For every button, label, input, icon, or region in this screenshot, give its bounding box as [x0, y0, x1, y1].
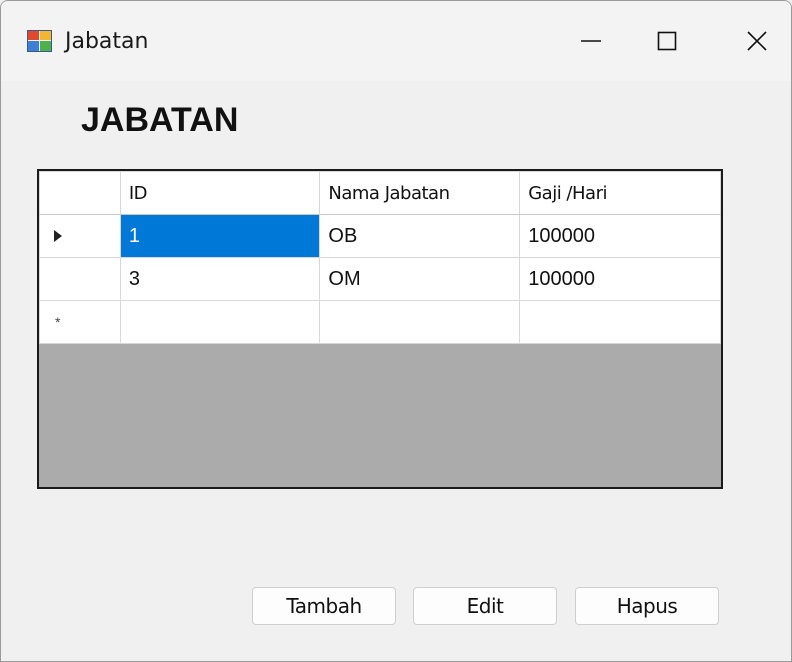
column-header-id[interactable]: ID — [119, 171, 321, 215]
current-row-arrow-icon — [54, 230, 62, 242]
title-bar[interactable]: Jabatan — [1, 1, 791, 81]
grid-table: ID Nama Jabatan Gaji /Hari 1 OB 100000 3… — [39, 171, 721, 344]
row-header[interactable]: * — [39, 300, 121, 344]
edit-button[interactable]: Edit — [413, 587, 557, 625]
maximize-icon — [657, 31, 677, 51]
cell-gaji-hari[interactable]: 100000 — [519, 214, 721, 258]
cell-nama-jabatan[interactable]: OB — [319, 214, 521, 258]
maximize-button[interactable] — [637, 19, 697, 63]
cell-nama-jabatan[interactable] — [319, 300, 521, 344]
row-header[interactable] — [39, 214, 121, 258]
hapus-button[interactable]: Hapus — [575, 587, 719, 625]
column-header-gaji-hari[interactable]: Gaji /Hari — [519, 171, 721, 215]
minimize-icon — [581, 40, 601, 42]
window-title: Jabatan — [65, 29, 149, 54]
table-row[interactable]: 1 OB 100000 — [39, 214, 721, 258]
column-header-nama-jabatan[interactable]: Nama Jabatan — [319, 171, 521, 215]
table-row[interactable]: 3 OM 100000 — [39, 257, 721, 301]
jabatan-data-grid[interactable]: ID Nama Jabatan Gaji /Hari 1 OB 100000 3… — [37, 169, 723, 489]
form-window: Jabatan JABATAN ID Nama Jabatan Gaji /Ha… — [0, 0, 792, 662]
cell-id[interactable]: 3 — [119, 257, 321, 301]
grid-corner-header[interactable] — [39, 171, 121, 215]
row-header[interactable] — [39, 257, 121, 301]
page-heading: JABATAN — [81, 101, 239, 139]
app-form-icon — [27, 29, 53, 53]
grid-header-row: ID Nama Jabatan Gaji /Hari — [39, 171, 721, 215]
cell-id[interactable] — [119, 300, 321, 344]
tambah-button[interactable]: Tambah — [252, 587, 396, 625]
cell-gaji-hari[interactable]: 100000 — [519, 257, 721, 301]
minimize-button[interactable] — [561, 19, 621, 63]
close-button[interactable] — [727, 19, 787, 63]
new-row-asterisk-icon: * — [55, 314, 61, 330]
cell-id[interactable]: 1 — [119, 214, 321, 258]
cell-gaji-hari[interactable] — [519, 300, 721, 344]
close-icon — [747, 31, 767, 51]
cell-nama-jabatan[interactable]: OM — [319, 257, 521, 301]
new-row[interactable]: * — [39, 300, 721, 344]
